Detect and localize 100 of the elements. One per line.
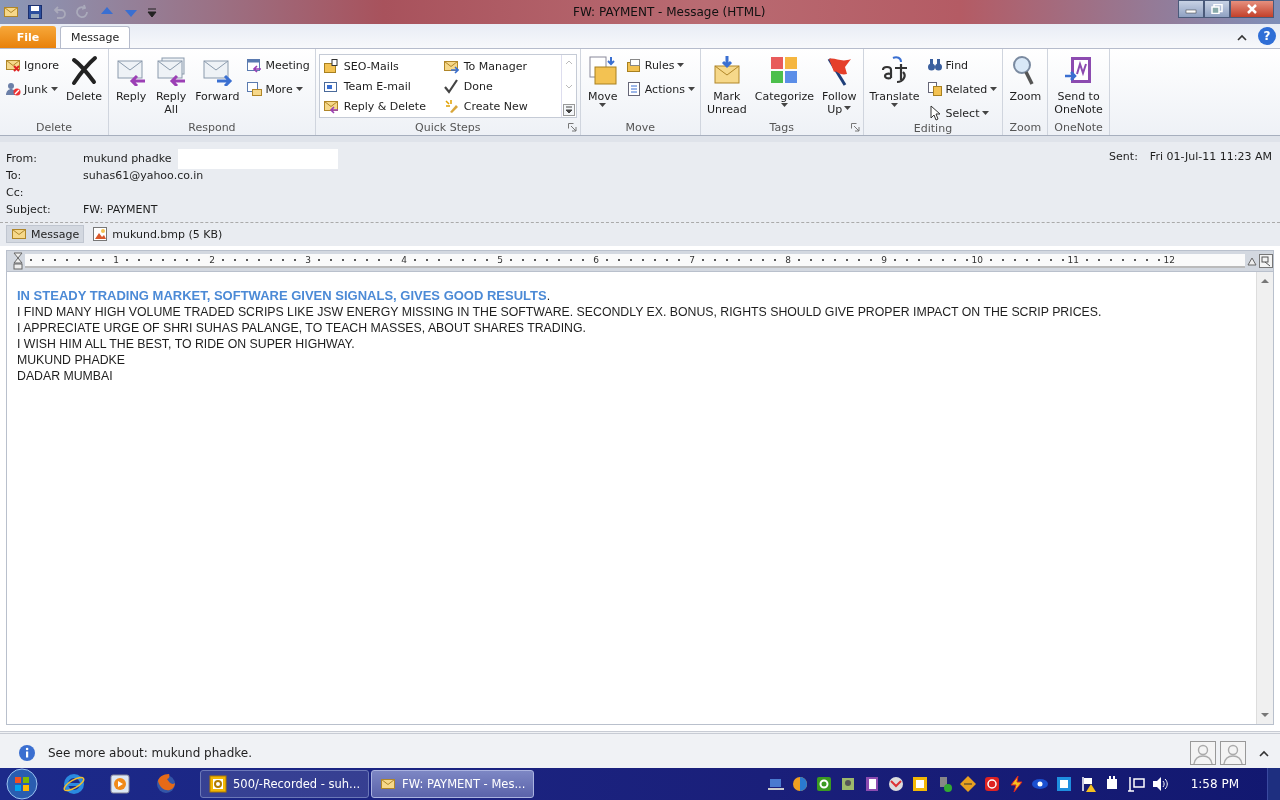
ribbon-button[interactable]: Translate [866,52,923,113]
image-file-icon [92,226,109,242]
ribbon-button[interactable]: Send to OneNote [1051,52,1106,118]
ruler-number: 5 [496,255,504,265]
ribbon-button[interactable]: Select [924,104,1000,122]
ruler-number: 12 [1162,255,1176,265]
attachment-tab[interactable]: Message [6,225,85,243]
caret-icon [50,87,58,91]
expand-pane-icon[interactable] [1258,748,1270,758]
person-silhouette-icon[interactable] [1190,741,1216,765]
field-value: Fri 01-Jul-11 11:23 AM [1149,150,1272,165]
attachment-tab[interactable]: mukund.bmp (5 KB) [88,225,227,243]
ribbon-button[interactable]: Ignore [3,56,61,74]
window-tile-icon[interactable] [1054,775,1073,793]
group-label: Quick Steps [415,120,481,134]
square-o-icon[interactable] [910,775,929,793]
ribbon-button[interactable]: Categorize [751,52,818,113]
ruler-number: 3 [304,255,312,265]
ribbon-button[interactable]: Move [583,52,622,113]
ribbon-button[interactable]: Related [924,80,1000,98]
restore-button[interactable] [1204,0,1230,18]
scroll-up-icon [1259,276,1271,286]
envelope-cross-icon [5,57,21,73]
minimize-button[interactable] [1178,0,1204,18]
expand-gallery-icon[interactable] [562,104,575,116]
caret-icon [990,87,998,91]
dialog-launcher-icon[interactable] [567,123,577,132]
ribbon-button[interactable]: Delete [63,52,106,105]
ribbon-button[interactable]: Rules [623,56,697,74]
ribbon-button[interactable]: More [244,80,312,98]
field-value: FW: PAYMENT [83,203,158,216]
ruler-number: 1 [112,255,120,265]
field-label: From: [6,152,38,165]
ruler-number: 2 [208,255,216,265]
binoculars-icon [926,57,943,73]
quick-step-item[interactable]: Reply & Delete [322,97,443,115]
caret-icon [687,87,695,91]
field-label: Subject: [6,203,52,216]
ribbon-button[interactable]: Actions [623,80,697,98]
indent-marker-icon[interactable] [13,252,23,270]
caret-icon [677,63,685,67]
diamond-stripes-icon[interactable] [958,775,977,793]
check-mark-icon [442,78,459,94]
ribbon-button[interactable]: Junk [3,80,61,98]
circle-tile-icon[interactable] [982,775,1001,793]
browser-e-icon[interactable] [62,772,86,796]
vertical-scrollbar[interactable] [1256,272,1273,724]
view-toggle-icon[interactable] [1259,254,1273,268]
dialog-launcher-icon[interactable] [850,123,860,132]
envelope-icon [380,776,397,792]
scroll-down-icon [1259,710,1271,720]
ribbon-button[interactable]: Follow Up [819,52,860,118]
ribbon-button[interactable]: Zoom [1006,52,1045,105]
collapse-ribbon-icon[interactable] [1236,32,1248,42]
taskbar-button[interactable]: 500/-Recorded - suh... [200,770,370,798]
envelope-icon [3,4,19,20]
body-text-line: DADAR MUMBAI [17,368,114,384]
clock[interactable]: 1:58 PM [1190,777,1239,791]
taskbar-button[interactable]: FW: PAYMENT - Mes... [371,770,535,798]
ribbon-button[interactable]: Forward [192,52,243,105]
fox-globe-icon[interactable] [154,772,178,796]
close-button[interactable] [1230,0,1274,18]
caret-icon [844,105,852,110]
square-o-icon [209,775,227,793]
network-icon[interactable] [1126,775,1145,793]
beach-ball-icon[interactable] [790,775,809,793]
field-label: Sent: [1109,150,1138,165]
person-silhouette-icon[interactable] [1220,741,1246,765]
ribbon-button[interactable]: Meeting [244,56,312,74]
ruler-number: 11 [1066,255,1080,265]
ruler-number: 6 [592,255,600,265]
ribbon-button[interactable]: Reply All [152,52,191,118]
ribbon-button[interactable]: Find [924,56,1000,74]
documents-icon [926,81,943,97]
media-player-icon[interactable] [108,772,132,796]
group-label: Move [625,120,656,134]
caret-icon [891,103,899,107]
caret-icon [295,87,303,91]
quick-step-item[interactable]: SEO-Mails [322,57,443,75]
start-orb-icon[interactable] [4,768,40,800]
body-text-line: MUKUND PHADKE [17,352,126,368]
ribbon-button[interactable]: Reply [112,52,151,105]
quick-step-item[interactable]: To Manager [442,57,561,75]
help-button[interactable]: ? [1258,27,1276,45]
quick-step-item[interactable]: Team E-mail [322,77,443,95]
quick-step-item[interactable]: Done [442,77,561,95]
right-indent-marker-icon[interactable] [1247,256,1257,266]
quick-step-item[interactable]: Create New [442,97,561,115]
envelopes-arrow-icon [155,54,188,86]
ribbon-tab[interactable]: Message [60,26,131,48]
info-icon [18,744,36,762]
group-label: Tags [769,120,794,134]
ribbon-button[interactable]: Mark Unread [703,52,750,118]
folder-document-icon [586,54,619,86]
group-label: Editing [913,122,953,135]
speaker-icon[interactable] [1150,775,1169,793]
field-label: Cc: [6,186,25,199]
caret-icon [982,111,990,115]
ring-tile-icon[interactable] [814,775,833,793]
ruler-number: 4 [400,255,408,265]
